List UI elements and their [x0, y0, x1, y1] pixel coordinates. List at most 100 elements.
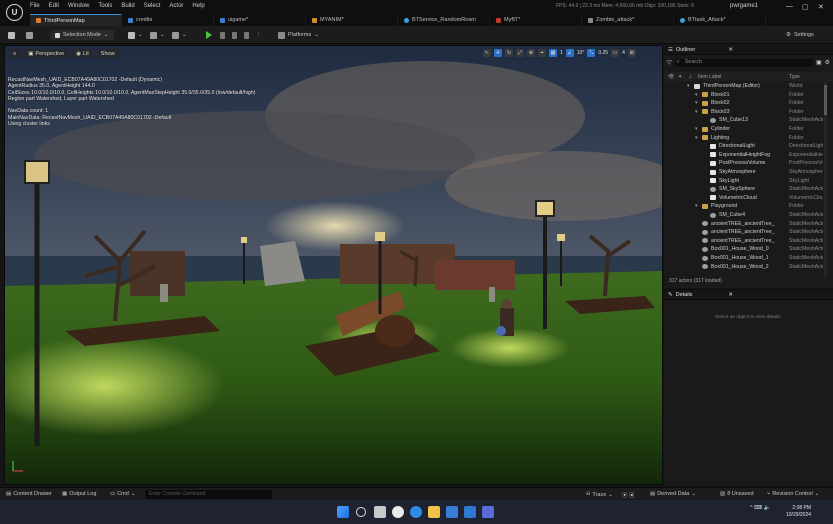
surface-snap-icon[interactable]: ⌖: [538, 49, 546, 57]
outliner-row[interactable]: SM_Cube4 StaticMeshActor: [664, 211, 824, 220]
outliner-row[interactable]: ▾ Cylinder Folder: [664, 125, 824, 134]
maximize-viewport-icon[interactable]: ⊞: [627, 49, 636, 57]
tab-bttask-attack[interactable]: BTtask_Attack*: [674, 14, 766, 26]
edge-icon[interactable]: [410, 506, 422, 518]
selection-mode-dropdown[interactable]: Selection Mode ⌄: [50, 30, 114, 40]
add-folder-icon[interactable]: ▣: [816, 59, 822, 66]
expand-arrow-icon[interactable]: ▾: [695, 92, 698, 98]
blueprint-button[interactable]: ⌄: [150, 30, 165, 40]
filter-icon[interactable]: ▽: [667, 59, 672, 66]
outliner-scroll-thumb[interactable]: [824, 85, 827, 115]
store-icon[interactable]: [446, 506, 458, 518]
outliner-row[interactable]: ancientTREE_ancientTree_ StaticMeshActor: [664, 228, 824, 237]
world-icon[interactable]: ⊕: [527, 49, 535, 57]
task-view-icon[interactable]: [374, 506, 386, 518]
menu-actor[interactable]: Actor: [169, 3, 183, 9]
settings-button[interactable]: ⚙ Settings: [786, 30, 814, 40]
outliner-row[interactable]: Box001_House_Wood_1 StaticMeshActor: [664, 254, 824, 263]
menu-help[interactable]: Help: [192, 3, 204, 9]
level-viewport[interactable]: ≡ ▣ Perspective ◉ Lit Show ↖ ✛ ↻ ⤢ ⊕ ⌖ ▦…: [4, 45, 663, 485]
lit-button[interactable]: ◉ Lit: [72, 49, 93, 58]
viewport-options-button[interactable]: ≡: [9, 49, 21, 58]
close-icon[interactable]: ✕: [728, 292, 733, 298]
search-icon[interactable]: [356, 507, 366, 517]
outliner-row[interactable]: Box001_House_Wood_2 StaticMeshActor: [664, 263, 824, 272]
system-tray[interactable]: ^ ⌨ 🔈: [750, 505, 770, 511]
outliner-row[interactable]: ▾ Lighting Folder: [664, 134, 824, 143]
unreal-engine-icon[interactable]: [392, 506, 404, 518]
unreal-logo-icon[interactable]: U: [6, 4, 23, 21]
menu-file[interactable]: File: [30, 3, 40, 9]
outliner-row[interactable]: SkyAtmosphere SkyAtmosphere: [664, 168, 824, 177]
taskbar-clock[interactable]: 2:08 PM 10/29/2024: [786, 505, 811, 518]
rotate-icon[interactable]: ↻: [505, 49, 513, 57]
tab-thirdpersonmap[interactable]: ThirdPersonMap: [30, 14, 122, 26]
close-icon[interactable]: ✕: [728, 47, 733, 53]
menu-select[interactable]: Select: [144, 3, 161, 9]
outliner-row[interactable]: ancientTREE_ancientTree_ StaticMeshActor: [664, 220, 824, 229]
expand-arrow-icon[interactable]: ▾: [695, 203, 698, 209]
tab-uigame[interactable]: uigame*: [214, 14, 306, 26]
camera-speed-icon[interactable]: ▭: [611, 49, 620, 57]
outliner-row[interactable]: ▾ Block03 Folder: [664, 108, 824, 117]
tab-zombie-attack[interactable]: Zombie_attack*: [582, 14, 674, 26]
pause-button[interactable]: [232, 30, 237, 40]
pin-icon[interactable]: ⊥: [688, 74, 692, 80]
outliner-row[interactable]: PostProcessVolume PostProcessVolume: [664, 159, 824, 168]
rotation-snap-icon[interactable]: ∠: [565, 49, 574, 57]
file-explorer-icon[interactable]: [428, 506, 440, 518]
perspective-button[interactable]: ▣ Perspective: [24, 49, 69, 58]
output-log-button[interactable]: ▦ Output Log: [62, 491, 96, 497]
menu-build[interactable]: Build: [121, 3, 134, 9]
outliner-row[interactable]: ▾ Block02 Folder: [664, 99, 824, 108]
outliner-row[interactable]: ▾ Block01 Folder: [664, 91, 824, 100]
menu-window[interactable]: Window: [68, 3, 89, 9]
outliner-row[interactable]: SM_SkySphere StaticMeshActor: [664, 185, 824, 194]
scale-snap-icon[interactable]: ⤡: [587, 49, 596, 57]
outliner-search-input[interactable]: ⌕ Search: [674, 58, 813, 67]
scale-icon[interactable]: ⤢: [516, 49, 524, 57]
revision-control-button[interactable]: ⑂ Revision Control ⌄: [767, 491, 819, 497]
expand-arrow-icon[interactable]: ▾: [687, 83, 690, 89]
cinematics-button[interactable]: ⌄: [172, 30, 187, 40]
tab-credits[interactable]: credits: [122, 14, 214, 26]
trace-button[interactable]: ⎌ Trace ⌄: [586, 491, 613, 498]
outliner-row[interactable]: ExponentialHeightFog ExponentialHeightFog: [664, 151, 824, 160]
outliner-row[interactable]: Box001_House_Wood_0 StaticMeshActor: [664, 245, 824, 254]
details-tab[interactable]: ✎ Details ✕: [664, 290, 833, 300]
vscode-icon[interactable]: [464, 506, 476, 518]
expand-arrow-icon[interactable]: ▾: [695, 126, 698, 132]
settings-icon[interactable]: ⚙: [825, 59, 830, 66]
tab-btservice[interactable]: BTService_RandomRoam: [398, 14, 490, 26]
step-button[interactable]: [220, 30, 225, 40]
maximize-button[interactable]: ▢: [802, 3, 809, 11]
menu-edit[interactable]: Edit: [49, 3, 59, 9]
menu-tools[interactable]: Tools: [98, 3, 112, 9]
play-button[interactable]: [206, 30, 212, 40]
outliner-row[interactable]: SkyLight SkyLight: [664, 177, 824, 186]
visibility-icon[interactable]: 👁: [668, 74, 674, 80]
content-drawer-button[interactable]: ▤ Content Drawer: [6, 491, 52, 497]
expand-arrow-icon[interactable]: ▾: [695, 135, 698, 141]
play-options-button[interactable]: ⋮: [256, 30, 262, 40]
outliner-row[interactable]: VolumetricCloud VolumetricCloud: [664, 194, 824, 203]
save-icon[interactable]: [8, 30, 15, 40]
close-button[interactable]: ✕: [818, 3, 824, 11]
windows-start-icon[interactable]: [337, 506, 349, 518]
console-command-input[interactable]: Enter Console Command: [145, 490, 272, 499]
stop-button[interactable]: [244, 30, 249, 40]
col-item-label[interactable]: Item Label: [698, 74, 721, 80]
derived-data-button[interactable]: ▤ Derived Data ⌄: [650, 491, 696, 497]
cmd-dropdown[interactable]: ▭ Cmd ⌄: [110, 491, 135, 497]
outliner-row[interactable]: SM_Cube13 StaticMeshActor: [664, 116, 824, 125]
outliner-row[interactable]: ▾ Playground Folder: [664, 202, 824, 211]
outliner-row[interactable]: DirectionalLight DirectionalLight: [664, 142, 824, 151]
grid-snap-icon[interactable]: ▦: [549, 49, 557, 57]
add-actor-button[interactable]: ⌄: [128, 30, 143, 40]
tab-mybt[interactable]: MyBT*: [490, 14, 582, 26]
outliner-row[interactable]: ancientTREE_ancientTree_ StaticMeshActor: [664, 237, 824, 246]
expand-arrow-icon[interactable]: ▾: [695, 109, 698, 115]
minimize-button[interactable]: —: [786, 3, 793, 10]
translate-icon[interactable]: ✛: [494, 49, 502, 57]
trace-status-icons[interactable]: ⦿ ▣: [622, 491, 635, 499]
